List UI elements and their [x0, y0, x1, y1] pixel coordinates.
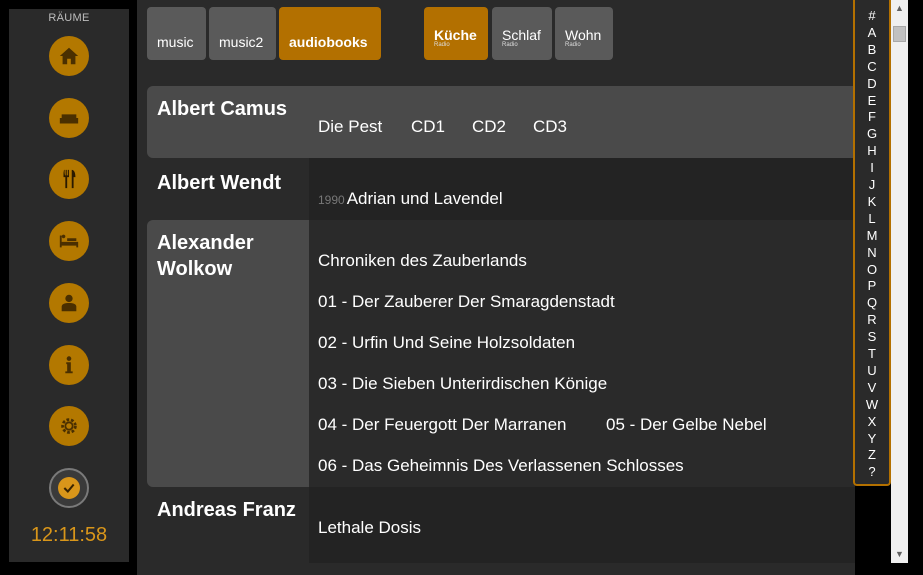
alphabet-letter[interactable]: I [855, 160, 889, 176]
room-living-button[interactable] [49, 98, 89, 138]
alphabet-letter[interactable]: H [855, 143, 889, 159]
artist-row: Albert Camus Die Pest CD1 CD2 CD3 [147, 86, 855, 158]
bed-icon [59, 234, 79, 248]
room-office-button[interactable] [49, 283, 89, 323]
tab-music[interactable]: music [147, 7, 206, 60]
alphabet-letter[interactable]: E [855, 93, 889, 109]
alphabet-letter[interactable]: # [855, 8, 889, 24]
alphabet-letter[interactable]: P [855, 278, 889, 294]
alphabet-letter[interactable]: S [855, 329, 889, 345]
room-kitchen-button[interactable] [49, 159, 89, 199]
zone-schlaf[interactable]: Schlaf Radio [492, 7, 552, 60]
alphabet-letter[interactable]: A [855, 25, 889, 41]
settings-button[interactable] [49, 406, 89, 446]
artist-name[interactable]: Albert Wendt [157, 170, 317, 196]
album-item[interactable]: CD3 [533, 117, 567, 137]
zone-kueche[interactable]: Küche Radio [424, 7, 488, 60]
sofa-icon [59, 114, 79, 124]
alphabet-letter[interactable]: Y [855, 431, 889, 447]
scrollbar[interactable]: ▲ ▼ [891, 0, 908, 563]
zone-label: Wohn [565, 27, 602, 43]
alphabet-letter[interactable]: V [855, 380, 889, 396]
artist-row: Andreas Franz Lethale Dosis [147, 487, 855, 563]
library-panel: music music2 audiobooks Küche Radio Schl… [137, 0, 855, 575]
zone-sub: Radio [434, 42, 450, 48]
artist-row: Alexander Wolkow Chroniken des Zauberlan… [147, 220, 855, 487]
album-item[interactable]: 04 - Der Feuergott Der Marranen [318, 415, 567, 435]
alphabet-letter[interactable]: L [855, 211, 889, 227]
home-icon [59, 47, 79, 65]
alphabet-letter[interactable]: K [855, 194, 889, 210]
alphabet-letter[interactable]: F [855, 109, 889, 125]
album-item[interactable]: 02 - Urfin Und Seine Holzsoldaten [318, 333, 575, 353]
tab-audiobooks[interactable]: audiobooks [279, 7, 381, 60]
alphabet-letter[interactable]: M [855, 228, 889, 244]
album-item[interactable]: Die Pest [318, 117, 382, 137]
scroll-down-arrow-icon[interactable]: ▼ [891, 546, 908, 563]
scroll-up-arrow-icon[interactable]: ▲ [891, 0, 908, 17]
zone-wohn[interactable]: Wohn Radio [555, 7, 613, 60]
status-button[interactable] [49, 468, 89, 508]
album-year: 1990 [318, 193, 345, 207]
alphabet-letter[interactable]: T [855, 346, 889, 362]
zone-sub: Radio [502, 42, 518, 48]
rooms-sidebar: RÄUME 12:11:58 [9, 9, 129, 562]
album-item[interactable]: Chroniken des Zauberlands [318, 251, 527, 271]
alphabet-letter[interactable]: W [855, 397, 889, 413]
alphabet-letter[interactable]: N [855, 245, 889, 261]
alphabet-letter[interactable]: Q [855, 295, 889, 311]
album-list: Lethale Dosis [309, 487, 855, 563]
artist-name[interactable]: Andreas Franz [157, 497, 307, 523]
album-item[interactable]: Lethale Dosis [318, 518, 421, 538]
artist-name[interactable]: Albert Camus [157, 96, 307, 122]
alphabet-letter[interactable]: U [855, 363, 889, 379]
room-bedroom-button[interactable] [49, 221, 89, 261]
album-item[interactable]: 05 - Der Gelbe Nebel [606, 415, 767, 435]
alphabet-letter[interactable]: G [855, 126, 889, 142]
album-item[interactable]: 01 - Der Zauberer Der Smaragdenstadt [318, 292, 615, 312]
alphabet-letter[interactable]: C [855, 59, 889, 75]
alphabet-letter[interactable]: R [855, 312, 889, 328]
tab-music2[interactable]: music2 [209, 7, 276, 60]
info-icon [65, 356, 73, 374]
clock: 12:11:58 [30, 524, 108, 546]
room-home-button[interactable] [49, 36, 89, 76]
alphabet-letter[interactable]: X [855, 414, 889, 430]
alphabet-letter[interactable]: B [855, 42, 889, 58]
zone-label: Schlaf [502, 27, 541, 43]
zone-label: Küche [434, 27, 477, 43]
tab-label: music [157, 34, 194, 50]
check-icon [63, 483, 75, 494]
alphabet-letter[interactable]: O [855, 262, 889, 278]
dining-icon [63, 169, 76, 189]
rooms-title: RÄUME [48, 12, 90, 24]
alphabet-letter[interactable]: Z [855, 447, 889, 463]
tab-label: music2 [219, 34, 264, 50]
info-button[interactable] [49, 345, 89, 385]
album-list: Die Pest CD1 CD2 CD3 [309, 86, 855, 158]
alphabet-letter[interactable]: ? [855, 464, 889, 480]
album-title: Adrian und Lavendel [346, 189, 503, 208]
album-item[interactable]: CD1 [411, 117, 445, 137]
scroll-thumb[interactable] [893, 26, 906, 42]
album-list: 1990 Adrian und Lavendel [309, 158, 855, 220]
gear-icon [61, 418, 77, 434]
album-item[interactable]: 06 - Das Geheimnis Des Verlassenen Schlo… [318, 456, 684, 476]
artist-row: Albert Wendt 1990 Adrian und Lavendel [147, 158, 855, 220]
tab-label: audiobooks [289, 34, 368, 50]
zone-sub: Radio [565, 42, 581, 48]
alphabet-letter[interactable]: J [855, 177, 889, 193]
album-item[interactable]: CD2 [472, 117, 506, 137]
alphabet-index: # A B C D E F G H I J K L M N O P Q R S T U V W X Y Z? [853, 0, 891, 486]
album-list: Chroniken des Zauberlands 01 - Der Zaube… [309, 220, 855, 487]
album-item[interactable]: 1990 Adrian und Lavendel [318, 189, 503, 209]
artist-name[interactable]: Alexander Wolkow [157, 230, 307, 282]
alphabet-letter[interactable]: D [855, 76, 889, 92]
album-item[interactable]: 03 - Die Sieben Unterirdischen Könige [318, 374, 607, 394]
person-icon [61, 294, 77, 312]
